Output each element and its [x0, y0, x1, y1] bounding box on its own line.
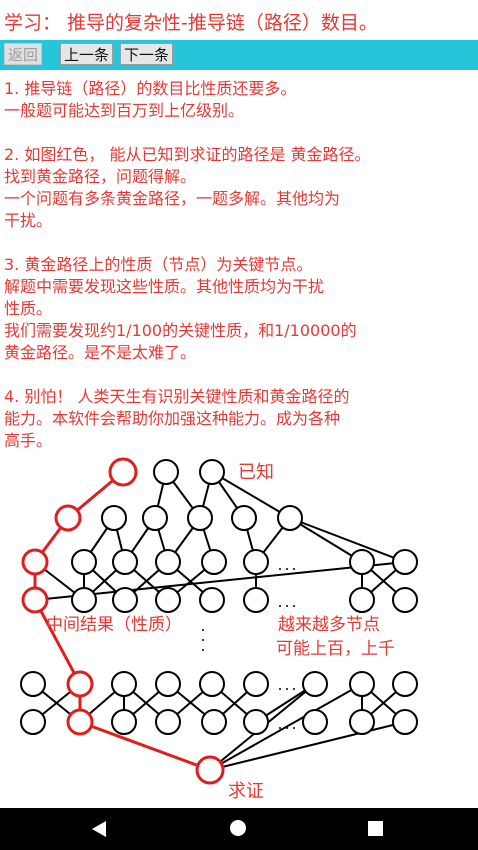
text-line: 2. 如图红色， 能从已知到求证的路径是 黄金路径。	[4, 145, 371, 164]
page-title: 学习： 推导的复杂性-推导链（路径）数目。	[4, 12, 378, 34]
next-button[interactable]: 下一条	[120, 43, 174, 65]
text-line: 3. 黄金路径上的性质（节点）为关键节点。	[4, 255, 313, 274]
recent-square-icon[interactable]	[368, 821, 383, 836]
text-line: 我们需要发现约1/100的关键性质，和1/10000的	[4, 321, 357, 340]
more-nodes-label-1: 越来越多节点	[278, 615, 380, 635]
text-line: 一个问题有多条黄金路径，一题多解。其他均为	[4, 189, 341, 208]
goal-label: 求证	[228, 781, 264, 802]
lesson-text: 1. 推导链（路径）的数目比性质还要多。 一般题可能达到百万到上亿级别。 2. …	[4, 78, 476, 474]
middle-result-label: 中间结果（性质）	[46, 615, 182, 635]
text-line: 解题中需要发现这些性质。其他性质均为干扰	[4, 277, 325, 296]
text-line: 一般题可能达到百万到上亿级别。	[4, 101, 245, 120]
back-button[interactable]: 返回	[4, 43, 43, 65]
text-line: 干扰。	[4, 211, 53, 230]
home-circle-icon[interactable]	[230, 820, 246, 836]
toolbar: 返回 上一条 下一条	[0, 40, 478, 70]
text-line: 4. 别怕！ 人类天生有识别关键性质和黄金路径的	[4, 387, 350, 406]
back-triangle-icon[interactable]	[92, 821, 106, 837]
diagram-svg: 已知 中间结果（性质） 越来越多节点 可能上百，上千 求证	[20, 457, 418, 802]
more-nodes-label-2: 可能上百，上千	[276, 639, 395, 659]
paragraph-3: 3. 黄金路径上的性质（节点）为关键节点。 解题中需要发现这些性质。其他性质均为…	[4, 254, 476, 364]
text-line: 黄金路径。是不是太难了。	[4, 343, 197, 362]
paragraph-4: 4. 别怕！ 人类天生有识别关键性质和黄金路径的 能力。本软件会帮助你加强这种能…	[4, 386, 476, 452]
text-line: 1. 推导链（路径）的数目比性质还要多。	[4, 79, 297, 98]
paragraph-2: 2. 如图红色， 能从已知到求证的路径是 黄金路径。 找到黄金路径，问题得解。 …	[4, 144, 476, 232]
known-label: 已知	[238, 462, 274, 483]
text-line: 性质。	[4, 299, 53, 318]
text-line: 能力。本软件会帮助你加强这种能力。成为各种	[4, 409, 341, 428]
system-navigation-bar	[0, 808, 478, 850]
text-line: 高手。	[4, 431, 53, 450]
previous-button[interactable]: 上一条	[60, 43, 114, 65]
text-line: 找到黄金路径，问题得解。	[4, 167, 197, 186]
paragraph-1: 1. 推导链（路径）的数目比性质还要多。 一般题可能达到百万到上亿级别。	[4, 78, 476, 122]
title-bar: 学习： 推导的复杂性-推导链（路径）数目。	[0, 0, 478, 40]
derivation-path-diagram: 已知 中间结果（性质） 越来越多节点 可能上百，上千 求证	[0, 452, 478, 808]
